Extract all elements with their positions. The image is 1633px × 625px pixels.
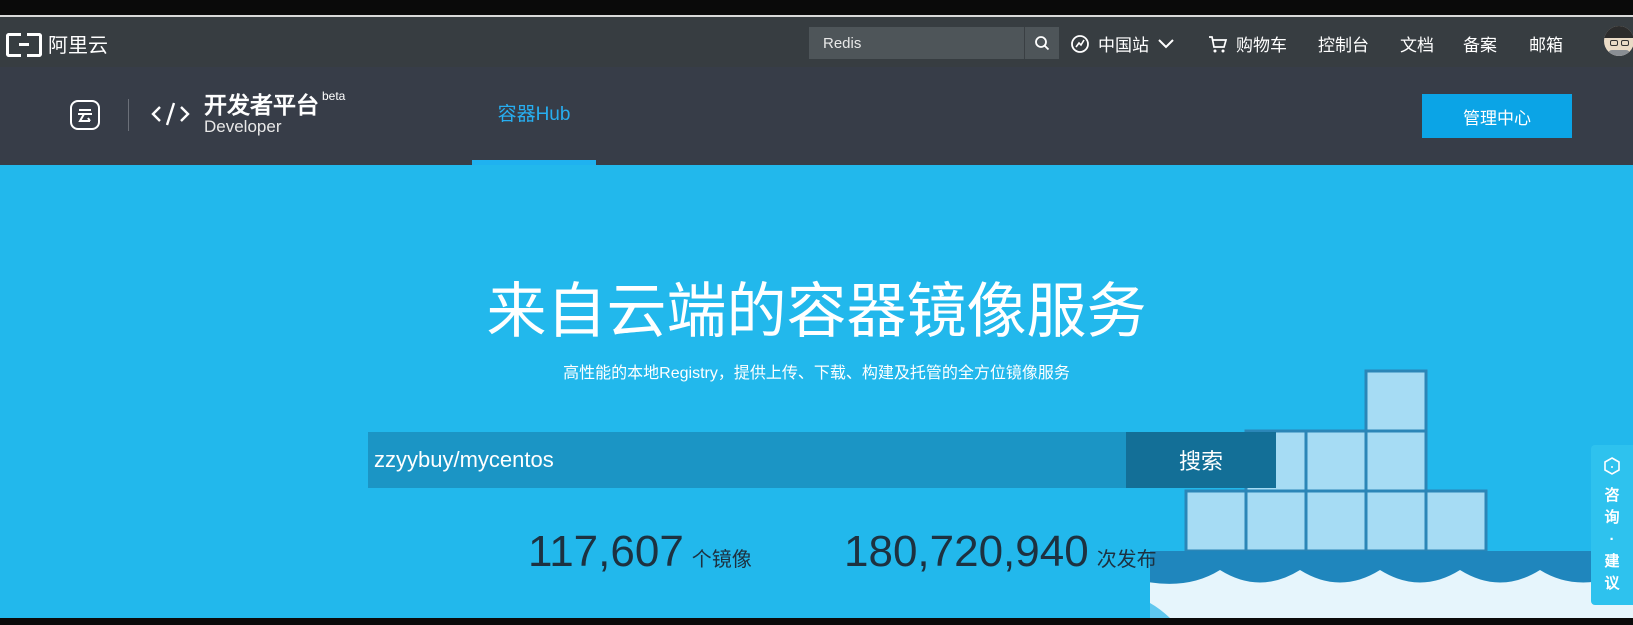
image-count-stat: 117,607 个镜像: [528, 527, 752, 577]
top-search-input[interactable]: [809, 27, 1024, 59]
image-count-number: 117,607: [528, 527, 684, 576]
cart-label: 购物车: [1236, 36, 1287, 55]
hero-subtitle: 高性能的本地Registry，提供上传、下载、构建及托管的全方位镜像服务: [563, 365, 1070, 382]
window-top-border: [0, 0, 1633, 15]
consult-suggestion-widget[interactable]: 咨询·建议: [1591, 445, 1633, 605]
consult-label: 咨询·建议: [1604, 487, 1620, 592]
image-search-button[interactable]: 搜索: [1126, 432, 1276, 488]
search-icon: [1035, 36, 1050, 51]
publish-count-stat: 180,720,940 次发布: [844, 527, 1157, 577]
container-ship-illustration: [1150, 369, 1633, 618]
console-link[interactable]: 控制台: [1318, 31, 1369, 56]
hexagon-chat-icon: [1604, 457, 1620, 475]
top-navigation-bar: 阿里云 中国站 购物车 控制台 文档 备案 邮箱: [0, 17, 1633, 67]
top-search: [809, 27, 1059, 59]
region-label: 中国站: [1098, 36, 1149, 55]
header-divider: [128, 99, 129, 131]
cart-icon: [1209, 35, 1228, 52]
aliyun-brand[interactable]: 阿里云: [6, 29, 108, 58]
cloud-glyph-icon: [78, 109, 92, 122]
code-icon: [151, 102, 190, 126]
developer-subtitle: Developer: [204, 117, 282, 136]
chevron-down-icon: [1158, 38, 1174, 48]
image-search-input[interactable]: [368, 432, 1126, 488]
image-search-box: [368, 432, 1126, 488]
developer-header: 开发者平台 Developer beta 容器Hub 管理中心: [0, 67, 1633, 165]
developer-platform-title: 开发者平台: [204, 92, 319, 118]
tab-container-hub[interactable]: 容器Hub: [472, 67, 596, 165]
globe-icon: [1071, 34, 1089, 53]
beta-badge: beta: [322, 89, 346, 103]
beian-link[interactable]: 备案: [1463, 31, 1497, 56]
hero-title: 来自云端的容器镜像服务: [486, 278, 1147, 345]
developer-community-icon[interactable]: [70, 100, 100, 130]
mail-link[interactable]: 邮箱: [1529, 31, 1563, 56]
docs-link[interactable]: 文档: [1400, 31, 1434, 56]
hero-banner: 来自云端的容器镜像服务 高性能的本地Registry，提供上传、下载、构建及托管…: [0, 165, 1633, 618]
top-search-button[interactable]: [1024, 27, 1059, 59]
management-center-button[interactable]: 管理中心: [1422, 94, 1572, 138]
cart-link[interactable]: 购物车: [1208, 31, 1287, 56]
region-selector[interactable]: 中国站: [1070, 31, 1175, 56]
user-avatar[interactable]: [1604, 26, 1633, 56]
brand-name: 阿里云: [48, 35, 108, 57]
image-count-unit: 个镜像: [691, 549, 752, 571]
aliyun-logo-icon: [6, 32, 42, 57]
window-bottom-border: [0, 618, 1633, 625]
publish-count-unit: 次发布: [1096, 549, 1157, 571]
publish-count-number: 180,720,940: [844, 527, 1089, 576]
